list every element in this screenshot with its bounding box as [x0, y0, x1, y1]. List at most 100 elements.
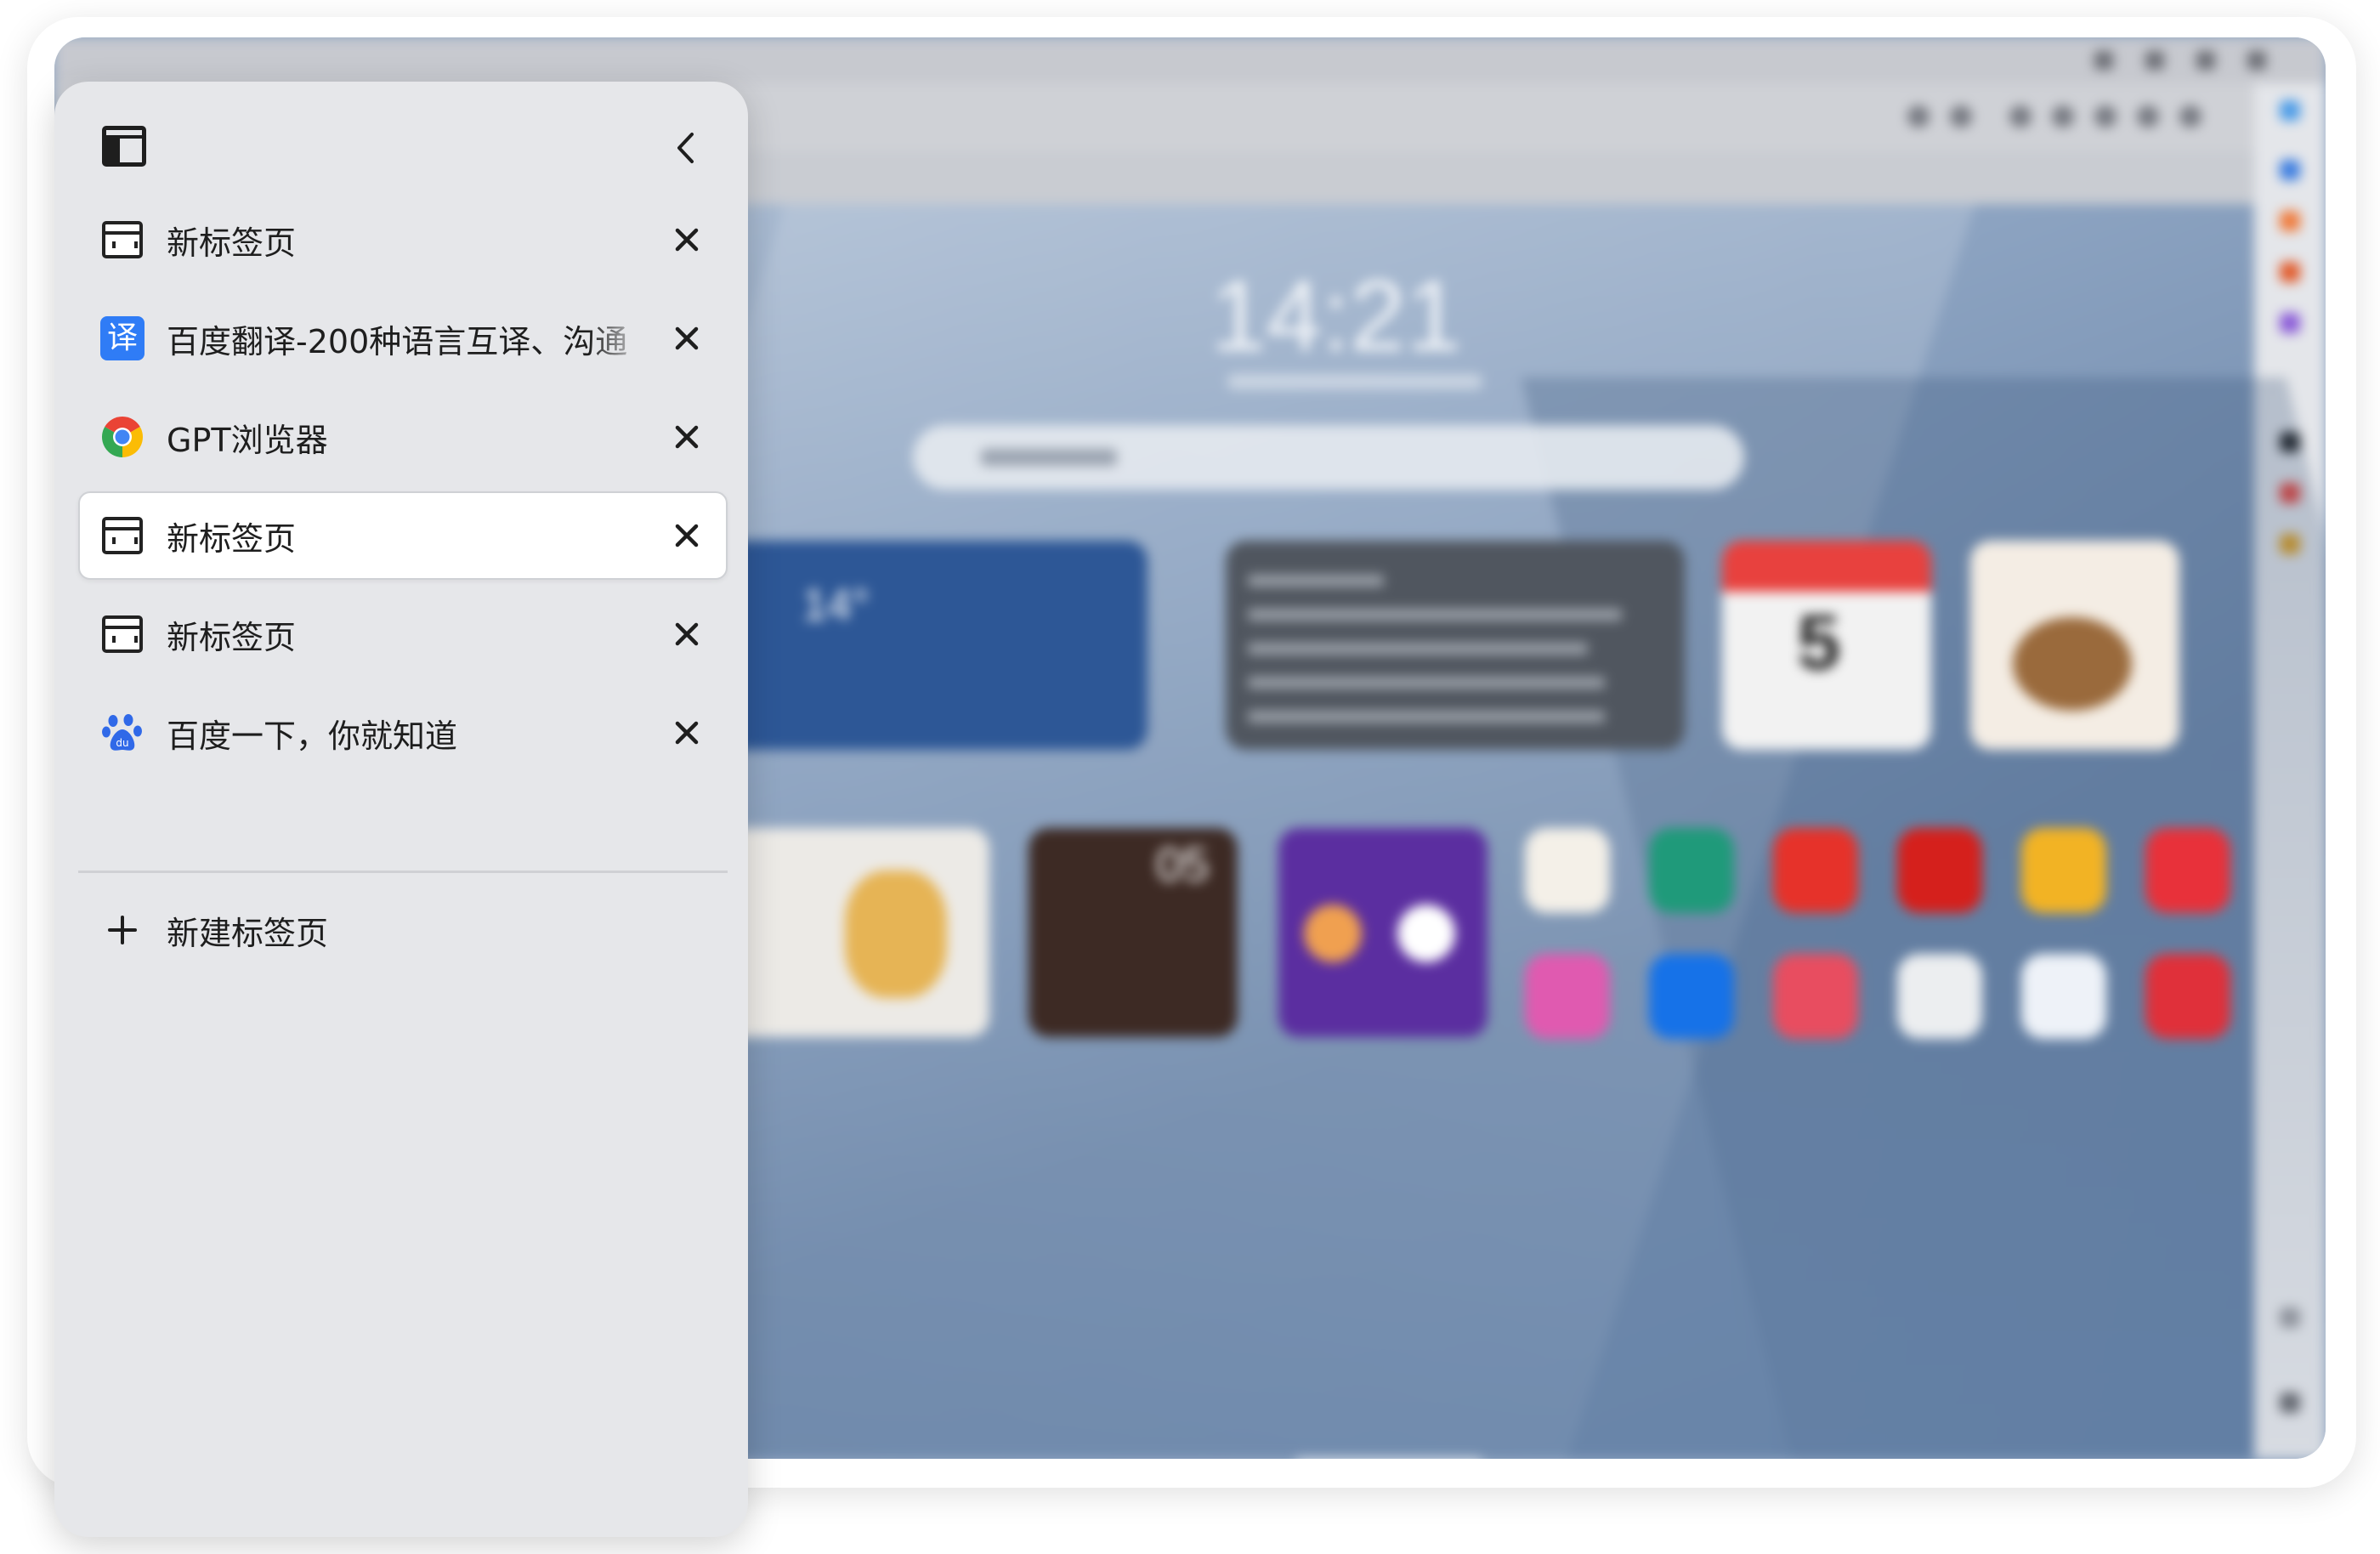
app-shortcut-icon[interactable]	[2145, 954, 2230, 1039]
tab-list: 新标签页 译 百度翻译-200种语言互译、沟通 GPT浏览器 新标签页 新标签页…	[54, 196, 748, 777]
calendar-header	[1722, 541, 1931, 592]
app-shortcut-icon[interactable]	[1649, 828, 1734, 913]
chevron-left-icon	[677, 133, 694, 163]
hot-list-widget[interactable]	[1226, 541, 1685, 750]
app-shortcut-icon[interactable]	[1525, 828, 1610, 913]
translate-glyph: 译	[100, 316, 144, 360]
tab-title: 百度一下，你就知道	[167, 717, 458, 755]
cat-image	[845, 871, 947, 998]
app-shortcut-icon[interactable]	[1649, 954, 1734, 1039]
app-shortcut-icon[interactable]	[1773, 828, 1858, 913]
weather-temp: 14°	[802, 581, 870, 630]
new-tab-icon	[100, 218, 144, 262]
close-icon	[675, 228, 699, 252]
new-tab-glyph	[102, 615, 143, 653]
divider	[78, 871, 728, 873]
toolbar-icon[interactable]	[2094, 105, 2116, 128]
newtab-search-box[interactable]	[913, 425, 1744, 490]
side-app-icon[interactable]	[2280, 160, 2300, 180]
vertical-tabs-layout-icon[interactable]	[102, 126, 146, 167]
hot-list-line	[1248, 643, 1588, 655]
close-icon	[675, 425, 699, 449]
app-shortcut-icon[interactable]	[1897, 828, 1982, 913]
side-app-icon[interactable]	[2280, 313, 2300, 333]
new-tab-label: 新建标签页	[167, 914, 329, 952]
app-shortcut-icon[interactable]	[2021, 954, 2106, 1039]
tab-item[interactable]: du 百度一下，你就知道	[78, 689, 728, 777]
app-shortcut-icon[interactable]	[1525, 954, 1610, 1039]
baidu-logo: du	[102, 714, 142, 751]
close-tab-button[interactable]	[663, 512, 711, 559]
toolbar-icon[interactable]	[2179, 105, 2202, 128]
close-window-icon[interactable]	[2247, 51, 2266, 70]
vertical-tab-panel: 新标签页 译 百度翻译-200种语言互译、沟通 GPT浏览器 新标签页 新标签页…	[54, 82, 748, 1537]
side-app-icon[interactable]	[2280, 262, 2300, 282]
video-number: 05	[1156, 837, 1210, 891]
plus-glyph	[108, 916, 137, 944]
new-tab-glyph	[102, 221, 143, 258]
toolbar-icon[interactable]	[2052, 105, 2074, 128]
calendar-day: 5	[1797, 599, 1841, 686]
app-shortcut-icon[interactable]	[2145, 828, 2230, 913]
close-tab-button[interactable]	[663, 709, 711, 757]
toolbar-icon[interactable]	[1907, 105, 1930, 128]
side-app-icon[interactable]	[2280, 100, 2300, 121]
new-tab-icon	[100, 513, 144, 558]
pet-widget[interactable]	[717, 828, 989, 1037]
hot-list-line	[1248, 609, 1622, 621]
chrome-logo	[101, 417, 144, 457]
close-icon	[675, 622, 699, 646]
calendar-widget[interactable]: 5	[1722, 541, 1931, 750]
walnut-image	[2013, 617, 2132, 711]
toolbar-icon[interactable]	[2137, 105, 2159, 128]
tab-title: 新标签页	[167, 224, 297, 262]
title-bar	[54, 37, 2326, 83]
member-badge-icon	[1304, 905, 1362, 962]
close-tab-button[interactable]	[663, 610, 711, 658]
member-check-icon	[1397, 905, 1455, 962]
close-icon	[675, 326, 699, 350]
new-tab-glyph	[102, 517, 143, 554]
footer-note	[1295, 1457, 1482, 1459]
date-line	[1227, 374, 1482, 389]
clock: 14:21	[1210, 260, 1462, 372]
toolbar-icon[interactable]	[1950, 105, 1972, 128]
tab-item[interactable]: 新标签页	[78, 590, 728, 678]
close-tab-button[interactable]	[663, 413, 711, 461]
tab-title: GPT浏览器	[167, 421, 328, 459]
hot-list-line	[1248, 677, 1605, 689]
tab-item-active[interactable]: 新标签页	[78, 491, 728, 580]
app-shortcut-icon[interactable]	[1773, 954, 1858, 1039]
maximize-icon[interactable]	[2196, 51, 2215, 70]
baidu-paw-icon: du	[100, 711, 144, 755]
weather-widget[interactable]: 14°	[717, 541, 1148, 750]
tab-title: 新标签页	[167, 618, 297, 656]
chrome-icon	[100, 415, 144, 459]
menu-icon[interactable]	[2094, 51, 2113, 70]
close-tab-button[interactable]	[663, 216, 711, 264]
search-placeholder	[981, 449, 1117, 466]
side-app-icon[interactable]	[2280, 211, 2300, 231]
plus-icon	[104, 911, 141, 949]
toolbar-icon[interactable]	[2009, 105, 2032, 128]
hot-list-line	[1248, 711, 1605, 723]
member-widget[interactable]	[1278, 828, 1488, 1037]
app-shortcut-icon[interactable]	[1897, 954, 1982, 1039]
close-icon	[675, 524, 699, 547]
tab-title: 百度翻译-200种语言互译、沟通	[167, 322, 628, 360]
minimize-icon[interactable]	[2145, 51, 2164, 70]
video-widget[interactable]: 05	[1028, 828, 1238, 1037]
app-shortcut-icon[interactable]	[2021, 828, 2106, 913]
tab-item[interactable]: 新标签页	[78, 196, 728, 284]
tab-item[interactable]: 译 百度翻译-200种语言互译、沟通	[78, 294, 728, 383]
new-tab-icon	[100, 612, 144, 656]
close-tab-button[interactable]	[663, 315, 711, 362]
hot-list-line	[1248, 575, 1384, 587]
tab-item[interactable]: GPT浏览器	[78, 393, 728, 481]
new-tab-button[interactable]: 新建标签页	[78, 886, 728, 974]
game-widget[interactable]	[1970, 541, 2179, 750]
svg-text:du: du	[116, 737, 128, 749]
close-icon	[675, 721, 699, 745]
collapse-panel-button[interactable]	[666, 129, 704, 167]
panel-header	[54, 82, 748, 196]
